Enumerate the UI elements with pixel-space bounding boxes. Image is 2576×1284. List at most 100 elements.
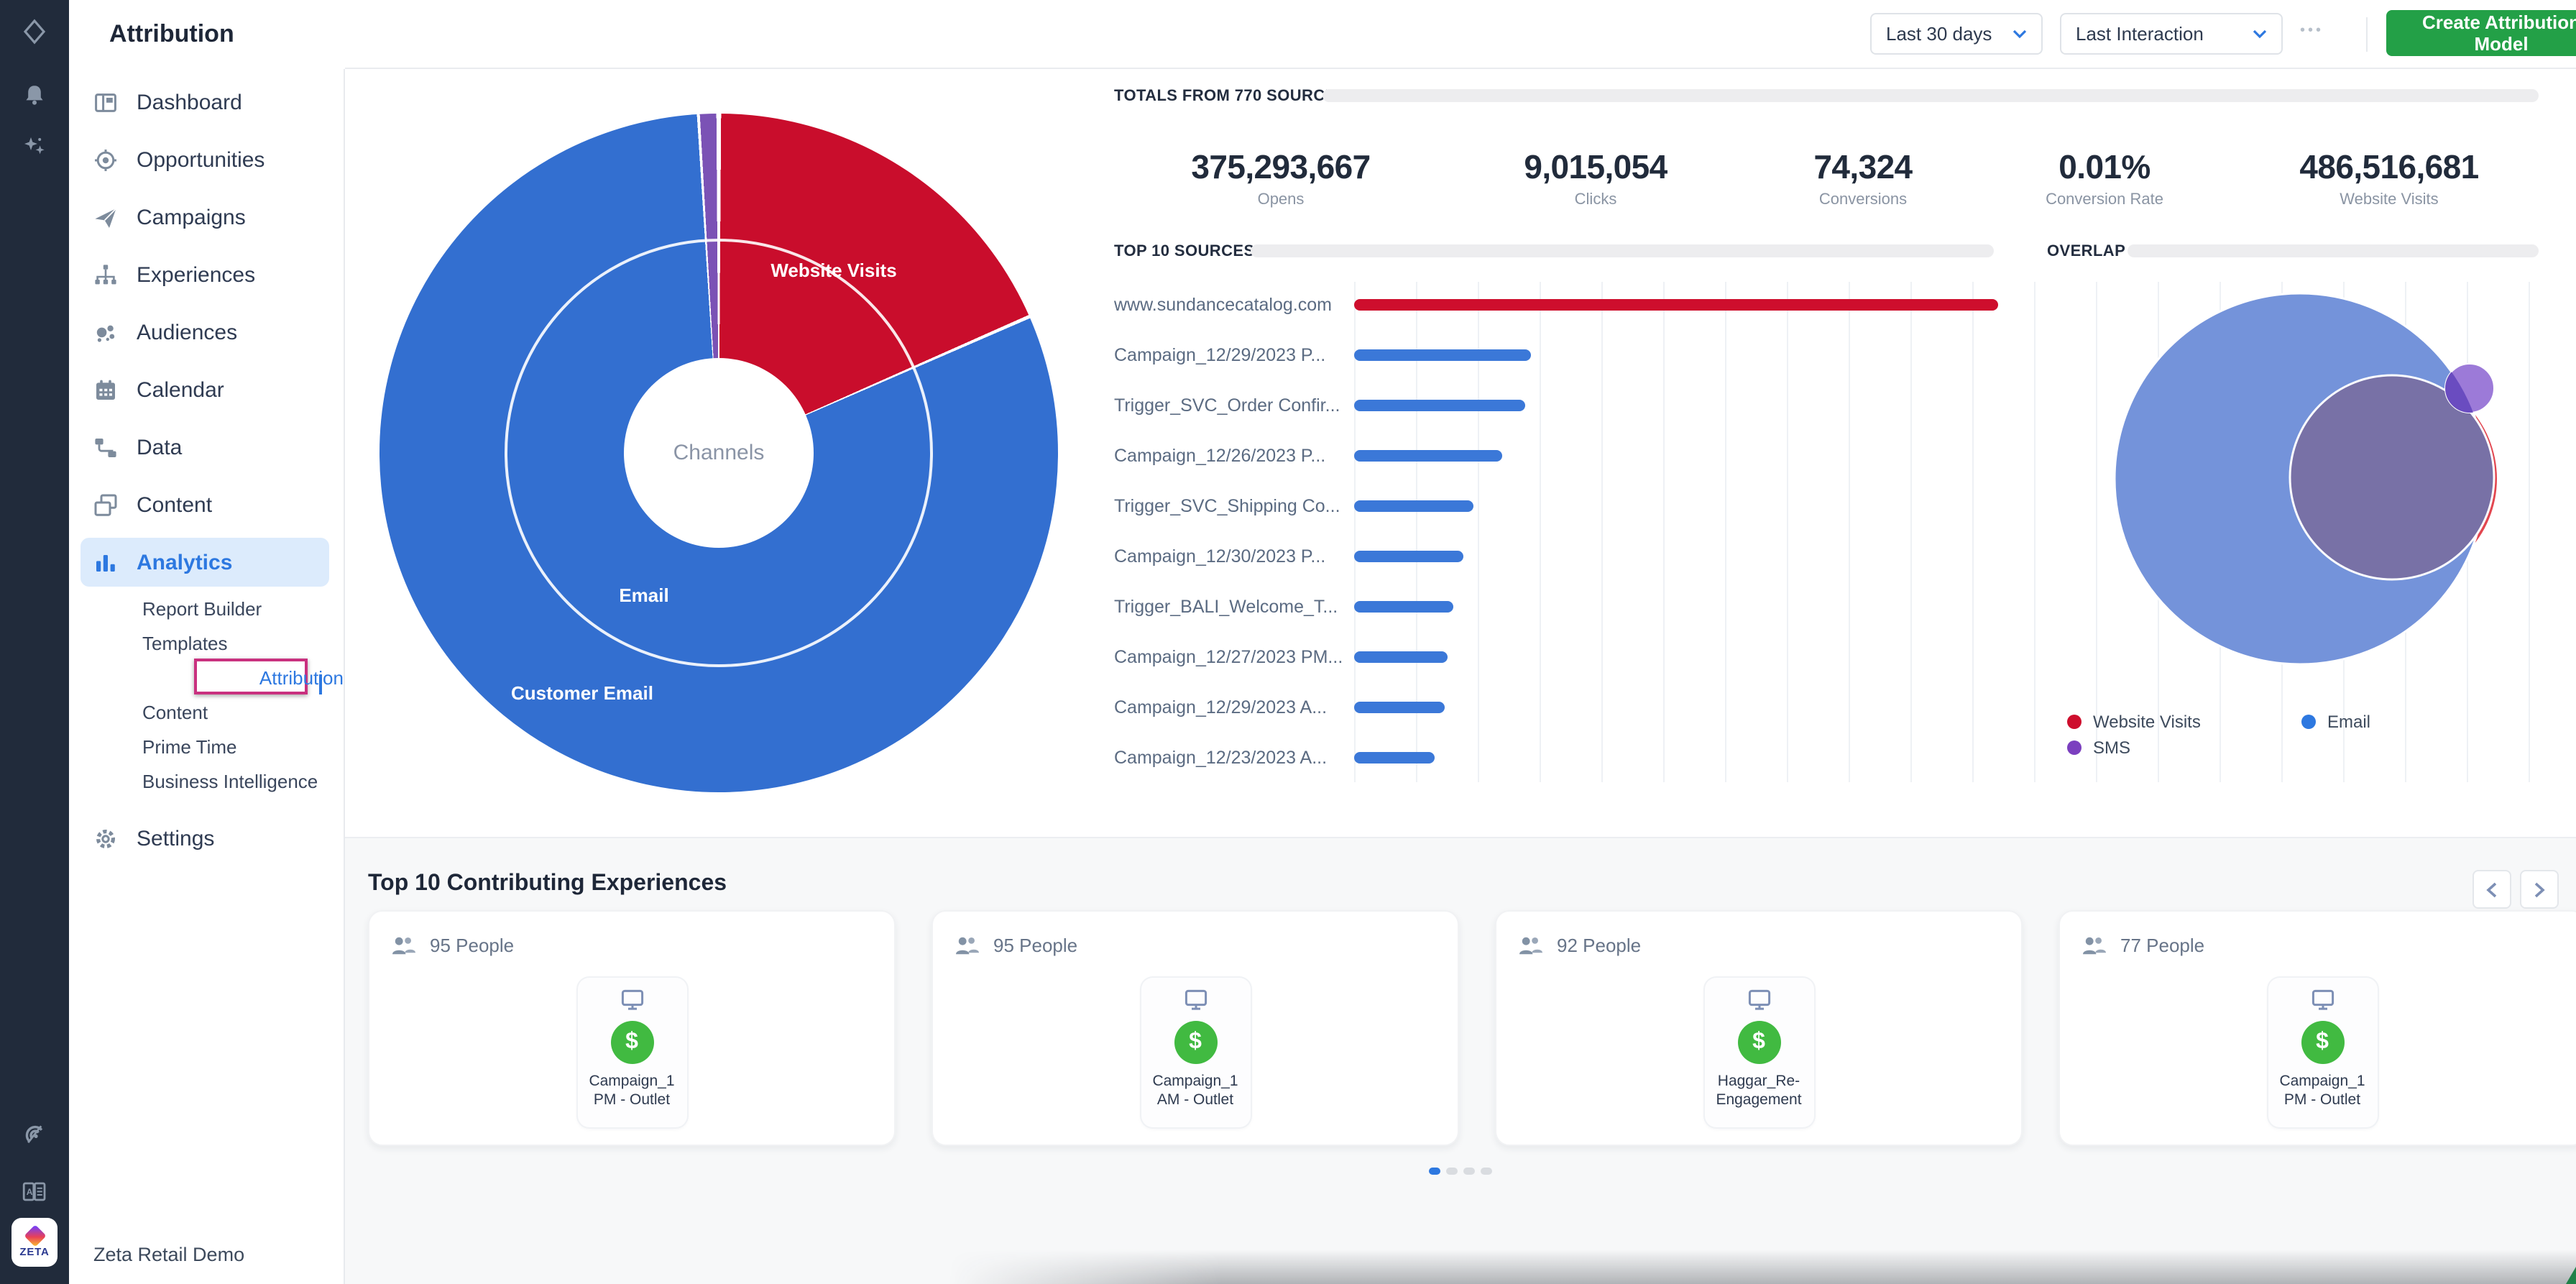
source-link[interactable]: Campaign_12/29/2023 A... (1114, 697, 1344, 717)
bar-chart-icon (93, 550, 118, 574)
attribution-model-dropdown[interactable]: Last Interaction (2060, 13, 2283, 55)
page-dot[interactable] (1481, 1168, 1492, 1175)
page-title: Attribution (109, 20, 234, 49)
chevron-down-icon (2253, 29, 2267, 39)
more-options-button[interactable]: ••• (2300, 23, 2324, 39)
org-tree-icon (93, 262, 118, 287)
sidebar-item-calendar[interactable]: Calendar (69, 361, 344, 418)
source-bar[interactable] (1354, 651, 1448, 662)
source-link[interactable]: Campaign_12/27/2023 PM... (1114, 646, 1344, 666)
sidebar-item-label: Opportunities (137, 147, 264, 172)
source-bar[interactable] (1354, 349, 1531, 360)
sidebar-item-audiences[interactable]: Audiences (69, 303, 344, 361)
sidebar-item-label: Experiences (137, 262, 255, 287)
people-icon (2082, 935, 2107, 956)
totals-header: TOTALS FROM 770 SOURCES (1114, 88, 1347, 105)
experience-card[interactable]: 92 People $ Haggar_Re-Engagement (1495, 910, 2023, 1146)
date-range-value: Last 30 days (1886, 23, 1992, 45)
sparkles-icon[interactable] (22, 134, 47, 160)
monitor-icon (1184, 989, 1207, 1011)
conversion-dollar-icon: $ (1737, 1021, 1780, 1064)
sidebar: Dashboard Opportunities Campaigns Experi… (69, 0, 345, 1284)
page-dot[interactable] (1463, 1168, 1475, 1175)
zeta-logo-diamond-icon (23, 1224, 45, 1246)
gear-icon (93, 826, 118, 850)
top-bar: Attribution Last 30 days Last Interactio… (69, 0, 2576, 69)
sidebar-item-campaigns[interactable]: Campaigns (69, 188, 344, 246)
source-link[interactable]: Trigger_SVC_Shipping Co... (1114, 495, 1344, 515)
page-dot[interactable] (1429, 1168, 1440, 1175)
paper-plane-icon (93, 205, 118, 229)
sidebar-subitem-report-builder[interactable]: Report Builder (69, 591, 344, 625)
experience-card[interactable]: 77 People $ Campaign_1PM - Outlet (2058, 910, 2576, 1146)
calendar-icon (93, 377, 118, 402)
people-icon (1518, 935, 1544, 956)
source-bar[interactable] (1354, 600, 1454, 612)
experiences-section-title: Top 10 Contributing Experiences (368, 871, 727, 897)
experience-node[interactable]: $ Campaign_1PM - Outlet (2268, 978, 2377, 1127)
carousel-prev-button[interactable] (2472, 870, 2511, 909)
zeta-account-logo[interactable]: ZETA (12, 1218, 58, 1267)
sidebar-item-experiences[interactable]: Experiences (69, 246, 344, 303)
sidebar-subitem-attribution[interactable]: Attribution (69, 660, 344, 694)
sidebar-item-label: Audiences (137, 320, 237, 344)
sidebar-item-opportunities[interactable]: Opportunities (69, 131, 344, 188)
date-range-dropdown[interactable]: Last 30 days (1870, 13, 2043, 55)
svg-text:A: A (27, 1187, 33, 1197)
overlap-header: OVERLAP (2047, 243, 2125, 260)
source-link[interactable]: Trigger_SVC_Order Confir... (1114, 395, 1344, 415)
sidebar-item-settings[interactable]: Settings (69, 810, 344, 867)
sidebar-subitem-prime-time[interactable]: Prime Time (69, 729, 344, 763)
source-link[interactable]: www.sundancecatalog.com (1114, 294, 1344, 314)
carousel-next-button[interactable] (2520, 870, 2559, 909)
totals-header-rule (1322, 89, 2539, 102)
sidebar-subitem-label: Attribution (259, 666, 344, 688)
experience-node[interactable]: $ Haggar_Re-Engagement (1704, 978, 1813, 1127)
sidebar-item-analytics[interactable]: Analytics (80, 538, 329, 587)
legend-dot (2067, 740, 2082, 755)
source-bar[interactable] (1354, 500, 1473, 511)
sidebar-subitem-content[interactable]: Content (69, 694, 344, 729)
attribution-overview-panel: Website Visits Email Customer Email Chan… (345, 69, 2576, 838)
legend-sms: SMS (2067, 738, 2130, 758)
stat-clicks: 9,015,054Clicks (1524, 148, 1667, 208)
source-bar[interactable] (1354, 550, 1463, 561)
stat-opens: 375,293,667Opens (1191, 148, 1370, 208)
source-link[interactable]: Trigger_BALI_Welcome_T... (1114, 596, 1344, 616)
source-bar[interactable] (1354, 449, 1502, 461)
copy-stack-icon (93, 492, 118, 517)
experience-card[interactable]: 95 People $ Campaign_1AM - Outlet (932, 910, 1459, 1146)
signal-status-icon[interactable] (22, 1122, 47, 1147)
conversion-dollar-icon: $ (2301, 1021, 2344, 1064)
sidebar-item-dashboard[interactable]: Dashboard (69, 73, 344, 131)
experience-card[interactable]: 95 People $ Campaign_1PM - Outlet (368, 910, 896, 1146)
zeta-diamond-logo-icon[interactable] (22, 19, 47, 45)
sidebar-item-label: Analytics (137, 550, 232, 574)
sidebar-item-content[interactable]: Content (69, 476, 344, 533)
sidebar-subitem-business-intelligence[interactable]: Business Intelligence (69, 763, 344, 798)
notifications-bell-icon[interactable] (22, 82, 47, 108)
source-link[interactable]: Campaign_12/30/2023 P... (1114, 546, 1344, 566)
carousel-pagination (1429, 1168, 1492, 1175)
topbar-bottom-border (345, 68, 2576, 69)
source-link[interactable]: Campaign_12/23/2023 A... (1114, 747, 1344, 767)
donut-label-customer-email: Customer Email (511, 682, 653, 704)
stat-conversion-rate: 0.01%Conversion Rate (2046, 148, 2163, 208)
source-bar[interactable] (1354, 399, 1524, 411)
legend-website-visits: Website Visits (2067, 712, 2201, 732)
knowledge-base-book-icon[interactable]: A (22, 1179, 47, 1205)
source-link[interactable]: Campaign_12/26/2023 P... (1114, 445, 1344, 465)
page-dot[interactable] (1446, 1168, 1458, 1175)
people-count: 95 People (993, 935, 1077, 956)
experience-node[interactable]: $ Campaign_1AM - Outlet (1141, 978, 1250, 1127)
create-attribution-model-button[interactable]: Create Attribution Model (2386, 10, 2576, 56)
experience-node[interactable]: $ Campaign_1PM - Outlet (577, 978, 686, 1127)
source-bar[interactable] (1354, 701, 1444, 712)
sidebar-subitem-templates[interactable]: Templates (69, 625, 344, 660)
sidebar-item-data[interactable]: Data (69, 418, 344, 476)
people-count: 77 People (2120, 935, 2204, 956)
account-name[interactable]: Zeta Retail Demo (93, 1244, 244, 1265)
source-bar[interactable] (1354, 298, 1998, 310)
source-link[interactable]: Campaign_12/29/2023 P... (1114, 344, 1344, 364)
source-bar[interactable] (1354, 751, 1435, 763)
